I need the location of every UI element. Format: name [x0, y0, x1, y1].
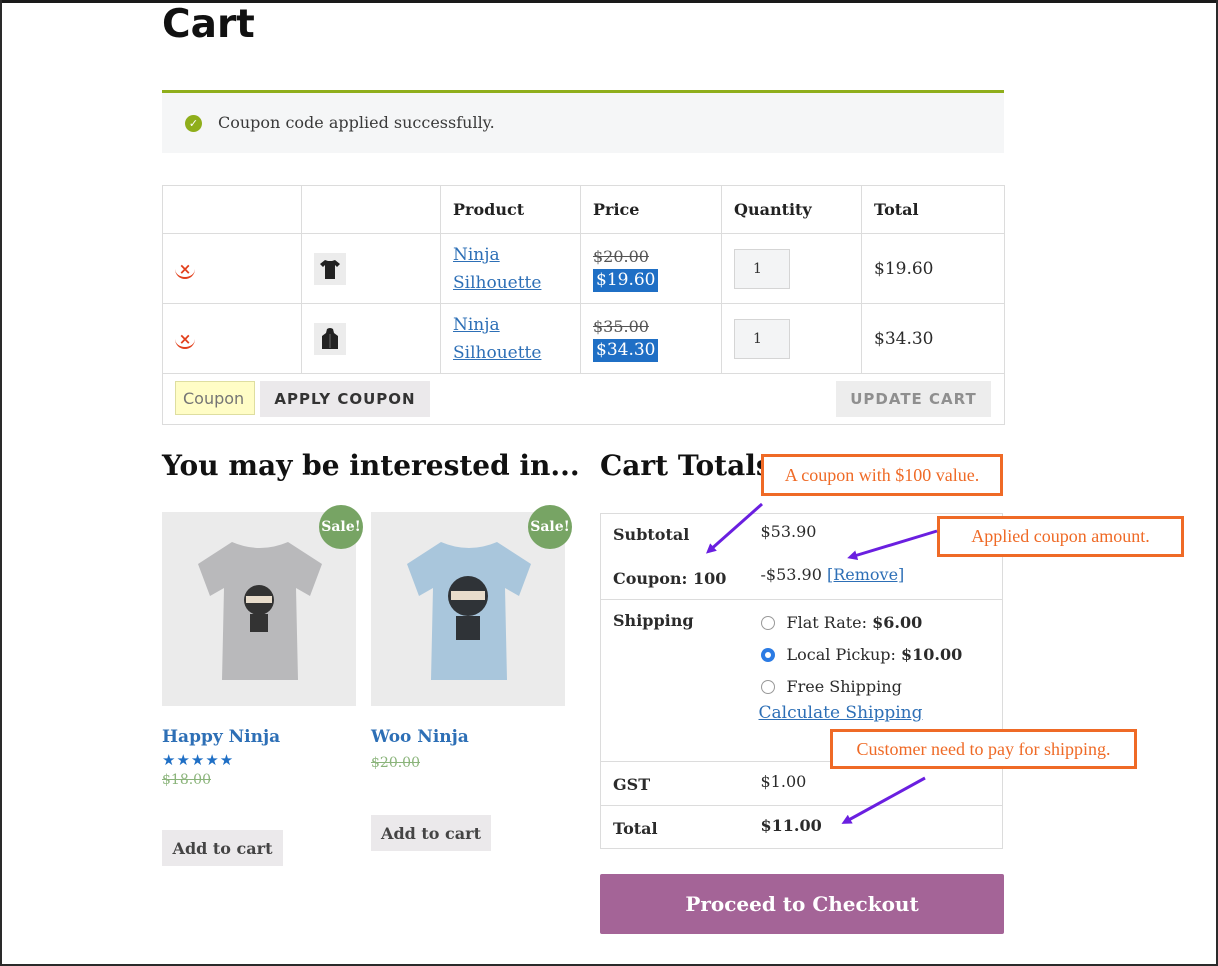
arrow-to-coupon-amount: [847, 529, 938, 561]
annotation-arrows: [706, 502, 938, 824]
arrow-to-coupon-label: [706, 502, 763, 554]
arrow-to-total: [841, 776, 926, 824]
